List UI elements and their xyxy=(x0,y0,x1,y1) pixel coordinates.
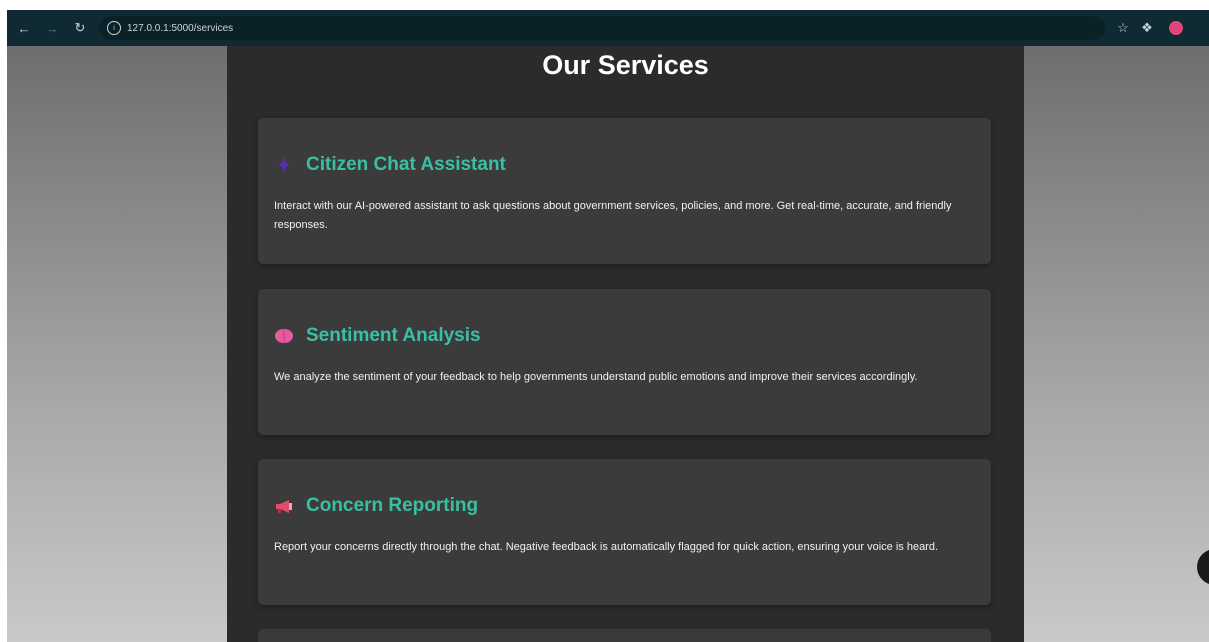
service-title: Sentiment Analysis xyxy=(306,325,481,346)
service-title: Concern Reporting xyxy=(306,495,479,516)
page-background: Our Services Citizen Chat Assistant Inte… xyxy=(7,46,1209,642)
puzzle-icon[interactable]: ❖ xyxy=(1135,16,1159,40)
site-info-icon[interactable]: i xyxy=(107,21,121,35)
star-icon[interactable]: ☆ xyxy=(1111,16,1135,40)
service-description: Interact with our AI-powered assistant t… xyxy=(274,200,952,232)
megaphone-icon xyxy=(274,496,294,516)
url-text: 127.0.0.1:5000/services xyxy=(127,22,234,34)
service-card-sentiment-analysis: Sentiment Analysis We analyze the sentim… xyxy=(258,289,991,435)
forward-icon[interactable]: → xyxy=(41,17,63,39)
profile-avatar[interactable] xyxy=(1169,21,1183,35)
page-title: Our Services xyxy=(542,50,709,80)
service-card-next xyxy=(258,629,991,642)
sparkle-icon xyxy=(274,155,294,175)
address-bar[interactable]: i 127.0.0.1:5000/services xyxy=(99,16,1105,40)
brain-icon xyxy=(274,326,294,346)
browser-window: ← → ↻ i 127.0.0.1:5000/services ☆ ❖ Our … xyxy=(7,0,1209,642)
service-description: Report your concerns directly through th… xyxy=(274,541,939,553)
service-description: We analyze the sentiment of your feedbac… xyxy=(274,371,918,383)
back-icon[interactable]: ← xyxy=(13,17,35,39)
reload-icon[interactable]: ↻ xyxy=(69,17,91,39)
service-card-concern-reporting: Concern Reporting Report your concerns d… xyxy=(258,459,991,605)
service-title: Citizen Chat Assistant xyxy=(306,154,506,175)
chat-widget-button[interactable] xyxy=(1197,549,1209,585)
services-container: Our Services Citizen Chat Assistant Inte… xyxy=(227,46,1024,642)
browser-toolbar: ← → ↻ i 127.0.0.1:5000/services ☆ ❖ xyxy=(7,10,1209,46)
service-card-chat-assistant: Citizen Chat Assistant Interact with our… xyxy=(258,118,991,264)
